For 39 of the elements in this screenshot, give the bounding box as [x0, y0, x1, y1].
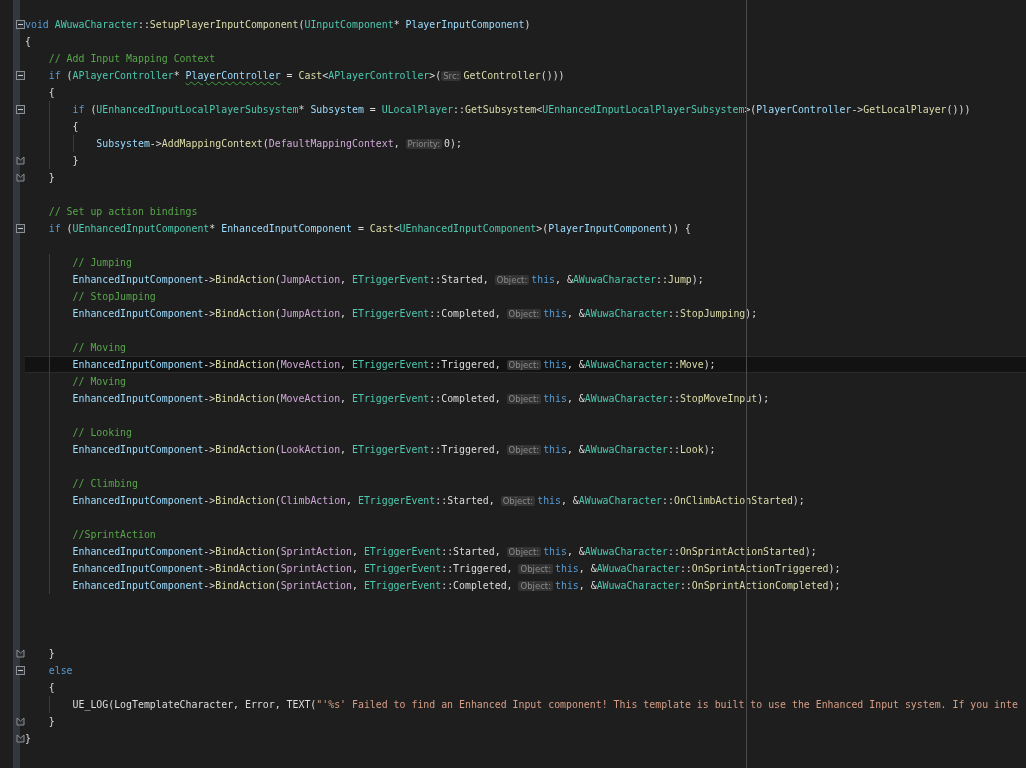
collapse-icon[interactable]: [16, 20, 25, 29]
code-line: // Set up action bindings: [48, 205, 198, 219]
code-line: // Add Input Mapping Context: [48, 52, 216, 66]
code-line: // Looking: [72, 426, 132, 440]
code-line: {: [25, 35, 31, 49]
code-line: EnhancedInputComponent->BindAction(ClimbAction, ETriggerEvent::Started, Object: this, &AWuwaCharacter::OnClimbActionStarted);: [72, 493, 805, 508]
collapse-icon[interactable]: [16, 224, 25, 233]
fold-end-icon: [16, 649, 25, 658]
code-line: UE_LOG(LogTemplateCharacter, Error, TEXT("'%s' Failed to find an Enhanced Input component! This template is built to use the Enhanced Input system. If you inte: [72, 698, 1018, 713]
code-line: }: [48, 647, 55, 661]
code-line: EnhancedInputComponent->BindAction(SprintAction, ETriggerEvent::Triggered, Object: this, &AWuwaCharacter::OnSprintActionTriggered);: [72, 561, 841, 576]
code-line: else: [48, 664, 73, 678]
code-line: EnhancedInputComponent->BindAction(SprintAction, ETriggerEvent::Completed, Object: this, &AWuwaCharacter::OnSprintActionCompleted);: [72, 578, 841, 593]
code-line: EnhancedInputComponent->BindAction(JumpAction, ETriggerEvent::Completed, Object: this, &AWuwaCharacter::StopJumping);: [72, 306, 758, 321]
code-line: Subsystem->AddMappingContext(DefaultMappingContext, Priority: 0);: [96, 136, 462, 151]
code-line: EnhancedInputComponent->BindAction(MoveAction, ETriggerEvent::Completed, Object: this, &AWuwaCharacter::StopMoveInput);: [72, 391, 770, 406]
code-line: // StopJumping: [72, 290, 156, 304]
code-line: }: [48, 715, 55, 729]
code-line: EnhancedInputComponent->BindAction(MoveAction, ETriggerEvent::Triggered, Object: this, &AWuwaCharacter::Move);: [72, 357, 716, 372]
collapse-icon[interactable]: [16, 71, 25, 80]
code-line: // Climbing: [72, 477, 138, 491]
code-line: EnhancedInputComponent->BindAction(SprintAction, ETriggerEvent::Started, Object: this, &AWuwaCharacter::OnSprintActionStarted);: [72, 544, 817, 559]
code-line: // Moving: [72, 375, 127, 389]
code-line: // Jumping: [72, 256, 132, 270]
collapse-icon[interactable]: [16, 105, 25, 114]
code-line: //SprintAction: [72, 528, 156, 542]
code-line: void AWuwaCharacter::SetupPlayerInputComponent(UInputComponent* PlayerInputComponent): [25, 18, 531, 32]
code-line: if (UEnhancedInputComponent* EnhancedInputComponent = Cast<UEnhancedInputComponent>(PlayerInputComponent)) {: [48, 222, 691, 236]
collapse-icon[interactable]: [16, 666, 25, 675]
code-line: }: [72, 154, 79, 168]
code-line: // Moving: [72, 341, 127, 355]
code-line: {: [72, 120, 79, 134]
code-line: if (APlayerController* PlayerController = Cast<APlayerController>( Src: GetController())): [48, 68, 565, 83]
code-line: EnhancedInputComponent->BindAction(JumpAction, ETriggerEvent::Started, Object: this, &AWuwaCharacter::Jump);: [72, 272, 704, 287]
code-line: EnhancedInputComponent->BindAction(LookAction, ETriggerEvent::Triggered, Object: this, &AWuwaCharacter::Look);: [72, 442, 716, 457]
code-line: }: [25, 732, 31, 746]
code-line: {: [48, 86, 55, 100]
code-line: {: [48, 681, 55, 695]
code-line: }: [48, 171, 55, 185]
